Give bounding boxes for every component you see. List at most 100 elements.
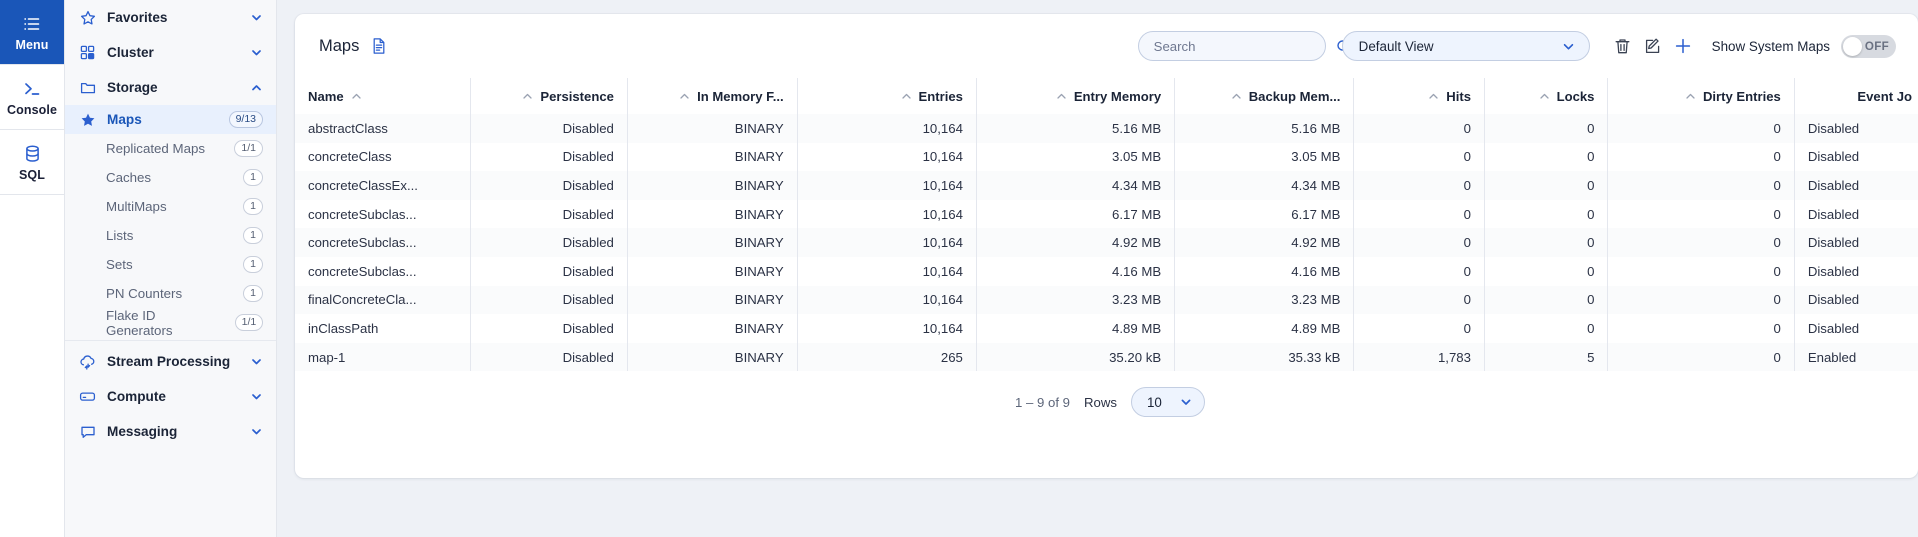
- cell-locks: 0: [1484, 228, 1607, 257]
- delete-button[interactable]: [1608, 31, 1638, 61]
- cell-locks: 0: [1484, 171, 1607, 200]
- column-header-locks[interactable]: Locks: [1484, 78, 1607, 114]
- column-label: Dirty Entries: [1703, 89, 1781, 104]
- rail-label-menu: Menu: [15, 38, 48, 52]
- chevron-down-icon[interactable]: [1561, 39, 1576, 54]
- sidebar-item-badge: 1: [243, 256, 263, 273]
- table-row[interactable]: concreteClass Disabled BINARY 10,164 3.0…: [295, 143, 1918, 172]
- table-row[interactable]: concreteClassEx... Disabled BINARY 10,16…: [295, 171, 1918, 200]
- chevron-down-icon[interactable]: [250, 425, 263, 438]
- show-system-maps-toggle[interactable]: OFF: [1841, 35, 1896, 58]
- cell-dirty-entries: 0: [1608, 257, 1794, 286]
- sidebar-group-cluster[interactable]: Cluster: [65, 35, 276, 70]
- sort-asc-icon[interactable]: [351, 91, 362, 102]
- cell-dirty-entries: 0: [1608, 143, 1794, 172]
- column-header-entries[interactable]: Entries: [797, 78, 976, 114]
- sidebar-item-lists[interactable]: Lists 1: [65, 221, 276, 250]
- chevron-down-icon[interactable]: [250, 11, 263, 24]
- sidebar-group-favorites[interactable]: Favorites: [65, 0, 276, 35]
- sidebar-group-compute[interactable]: Compute: [65, 379, 276, 414]
- sidebar-item-label: Maps: [107, 112, 218, 127]
- rail-label-console: Console: [7, 103, 57, 117]
- cell-event-journal: Disabled: [1794, 171, 1918, 200]
- rows-per-page-select[interactable]: 10: [1131, 387, 1205, 417]
- sidebar-item-pn-counters[interactable]: PN Counters 1: [65, 279, 276, 308]
- table-header-row: Name Persistence: [295, 78, 1918, 114]
- rail-item-sql[interactable]: SQL: [0, 130, 64, 195]
- table-row[interactable]: concreteSubclas... Disabled BINARY 10,16…: [295, 228, 1918, 257]
- cell-entry-memory: 4.89 MB: [976, 314, 1174, 343]
- cell-entry-memory: 6.17 MB: [976, 200, 1174, 229]
- chevron-down-icon[interactable]: [250, 390, 263, 403]
- column-label: In Memory F...: [697, 89, 784, 104]
- sort-asc-icon[interactable]: [1231, 91, 1242, 102]
- cell-hits: 0: [1354, 314, 1485, 343]
- column-header-name[interactable]: Name: [295, 78, 471, 114]
- sidebar-item-maps[interactable]: Maps 9/13: [65, 105, 276, 134]
- table-row[interactable]: finalConcreteCla... Disabled BINARY 10,1…: [295, 286, 1918, 315]
- sidebar-item-replicated-maps[interactable]: Replicated Maps 1/1: [65, 134, 276, 163]
- table-row[interactable]: abstractClass Disabled BINARY 10,164 5.1…: [295, 114, 1918, 143]
- sort-asc-icon[interactable]: [1685, 91, 1696, 102]
- column-label: Entries: [919, 89, 963, 104]
- sort-asc-icon[interactable]: [1539, 91, 1550, 102]
- chevron-down-icon[interactable]: [1179, 395, 1193, 409]
- sidebar-item-sets[interactable]: Sets 1: [65, 250, 276, 279]
- cell-entries: 10,164: [797, 200, 976, 229]
- chevron-down-icon[interactable]: [250, 355, 263, 368]
- sort-asc-icon[interactable]: [1428, 91, 1439, 102]
- column-header-backup-memory[interactable]: Backup Mem...: [1175, 78, 1354, 114]
- sidebar-item-caches[interactable]: Caches 1: [65, 163, 276, 192]
- document-icon[interactable]: [370, 37, 389, 56]
- cell-entry-memory: 5.16 MB: [976, 114, 1174, 143]
- edit-button[interactable]: [1638, 31, 1668, 61]
- sort-asc-icon[interactable]: [679, 91, 690, 102]
- cell-backup-memory: 4.89 MB: [1175, 314, 1354, 343]
- rows-per-page-value: 10: [1147, 395, 1162, 410]
- add-button[interactable]: [1668, 31, 1698, 61]
- maps-card: Maps: [295, 14, 1918, 478]
- sidebar-item-badge: 1: [243, 227, 263, 244]
- column-header-entry-memory[interactable]: Entry Memory: [976, 78, 1174, 114]
- sidebar-group-label: Stream Processing: [107, 354, 239, 369]
- sidebar-item-multimaps[interactable]: MultiMaps 1: [65, 192, 276, 221]
- rail-item-console[interactable]: Console: [0, 65, 64, 130]
- column-label: Name: [308, 89, 344, 104]
- sidebar-group-stream-processing[interactable]: Stream Processing: [65, 344, 276, 379]
- table-row[interactable]: concreteSubclas... Disabled BINARY 10,16…: [295, 200, 1918, 229]
- column-header-hits[interactable]: Hits: [1354, 78, 1485, 114]
- rail-item-menu[interactable]: Menu: [0, 0, 64, 65]
- sidebar-item-label: Lists: [106, 228, 232, 243]
- cell-dirty-entries: 0: [1608, 171, 1794, 200]
- column-header-in-memory-format[interactable]: In Memory F...: [627, 78, 797, 114]
- chevron-up-icon[interactable]: [250, 81, 263, 94]
- sidebar-group-label: Cluster: [107, 45, 239, 60]
- search-input[interactable]: [1154, 39, 1330, 54]
- sidebar-item-badge: 1/1: [234, 140, 263, 157]
- sort-asc-icon[interactable]: [1056, 91, 1067, 102]
- cell-persistence: Disabled: [471, 171, 628, 200]
- cell-backup-memory: 35.33 kB: [1175, 343, 1354, 372]
- rows-per-page-label: Rows: [1084, 395, 1117, 410]
- app-rail: Menu Console SQL: [0, 0, 65, 537]
- chevron-down-icon[interactable]: [250, 46, 263, 59]
- column-header-dirty-entries[interactable]: Dirty Entries: [1608, 78, 1794, 114]
- table-row[interactable]: map-1 Disabled BINARY 265 35.20 kB 35.33…: [295, 343, 1918, 372]
- table-row[interactable]: concreteSubclas... Disabled BINARY 10,16…: [295, 257, 1918, 286]
- sidebar-item-flake-id-generators[interactable]: Flake ID Generators 1/1: [65, 308, 276, 337]
- sort-asc-icon[interactable]: [901, 91, 912, 102]
- search-box[interactable]: [1138, 31, 1326, 61]
- maps-table: Name Persistence: [295, 78, 1918, 371]
- cell-event-journal: Disabled: [1794, 143, 1918, 172]
- cell-backup-memory: 4.34 MB: [1175, 171, 1354, 200]
- cell-entries: 10,164: [797, 257, 976, 286]
- sidebar-group-messaging[interactable]: Messaging: [65, 414, 276, 449]
- table-row[interactable]: inClassPath Disabled BINARY 10,164 4.89 …: [295, 314, 1918, 343]
- view-select-value: Default View: [1359, 39, 1561, 54]
- view-select[interactable]: Default View: [1342, 31, 1590, 61]
- sidebar-item-label: Replicated Maps: [106, 141, 223, 156]
- sidebar-group-storage[interactable]: Storage: [65, 70, 276, 105]
- column-header-persistence[interactable]: Persistence: [471, 78, 628, 114]
- sort-asc-icon[interactable]: [522, 91, 533, 102]
- column-header-event-journal[interactable]: Event Jo: [1794, 78, 1918, 114]
